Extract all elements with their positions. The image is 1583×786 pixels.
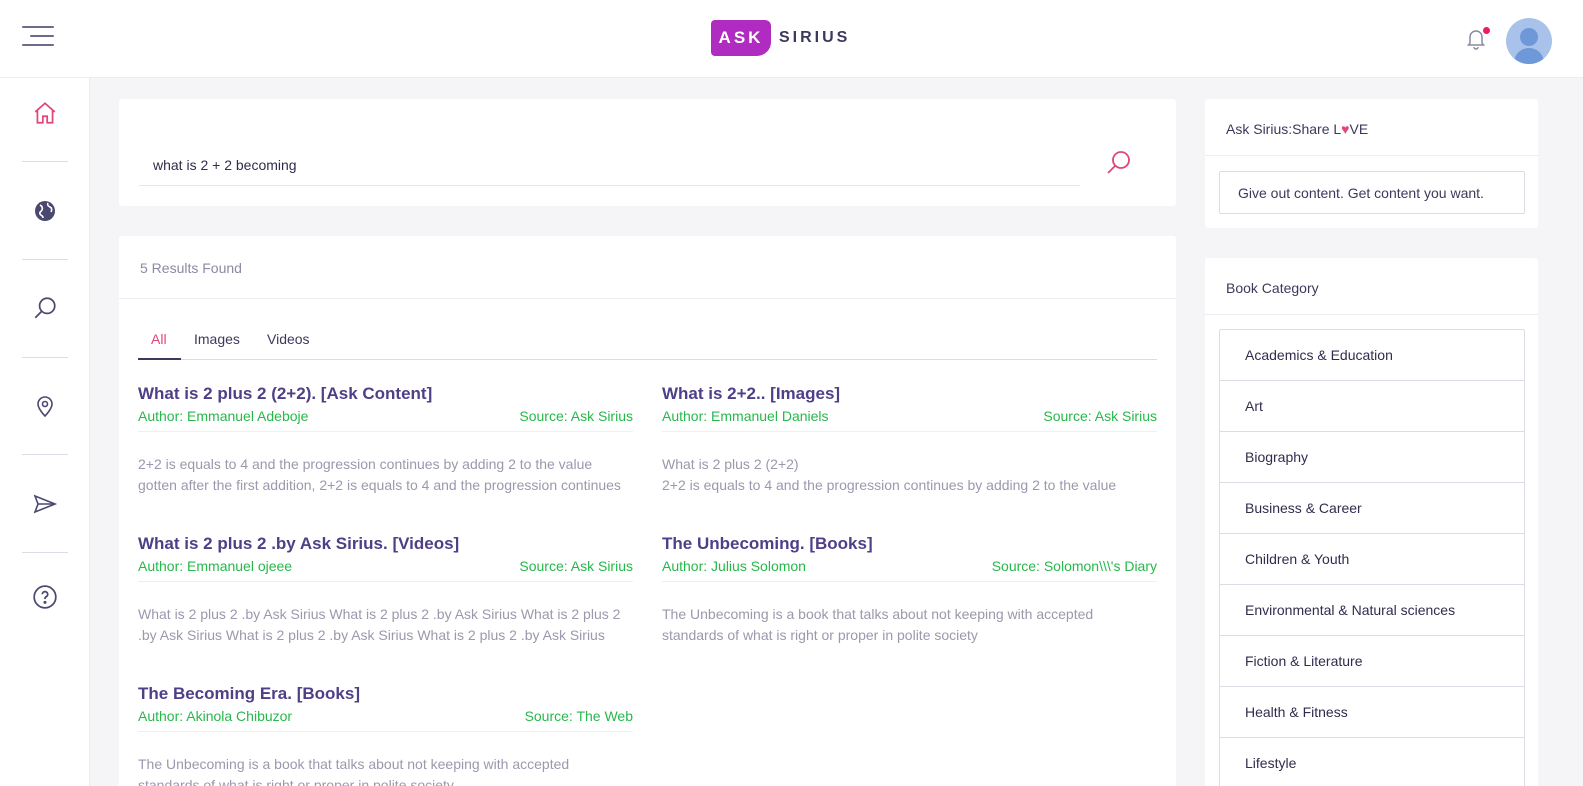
result-meta: Author: Emmanuel ojeee Source: Ask Siriu… [138, 558, 633, 582]
result-author: Author: Julius Solomon [662, 558, 806, 574]
divider [1205, 314, 1538, 315]
divider [119, 298, 1176, 299]
category-item-children[interactable]: Children & Youth [1220, 534, 1524, 585]
result-snippet: The Unbecoming is a book that talks abou… [138, 756, 570, 786]
result-meta: Author: Emmanuel Adeboje Source: Ask Sir… [138, 408, 633, 432]
result-author: Author: Emmanuel Daniels [662, 408, 829, 424]
result-source: Source: Ask Sirius [1043, 408, 1157, 424]
result-item: What is 2+2.. [Images] Author: Emmanuel … [662, 384, 1157, 496]
book-category-title: Book Category [1226, 280, 1319, 296]
category-item-health[interactable]: Health & Fitness [1220, 687, 1524, 738]
result-author: Author: Emmanuel Adeboje [138, 408, 309, 424]
results-card: 5 Results Found All Images Videos What i… [119, 236, 1176, 786]
result-snippet: What is 2 plus 2 .by Ask Sirius What is … [138, 606, 621, 643]
help-icon [33, 585, 57, 609]
results-count: 5 Results Found [140, 260, 242, 276]
user-silhouette-icon [1514, 28, 1544, 64]
book-category-card: Book Category Academics & Education Art … [1205, 258, 1538, 786]
result-author: Author: Emmanuel ojeee [138, 558, 293, 574]
result-author: Author: Akinola Chibuzor [138, 708, 293, 724]
sidebar-divider [22, 259, 68, 260]
result-item: What is 2 plus 2 .by Ask Sirius. [Videos… [138, 534, 633, 646]
result-tabs: All Images Videos [138, 331, 1157, 360]
result-title-link[interactable]: The Unbecoming. [Books] [662, 534, 1157, 554]
home-icon [34, 102, 56, 124]
sidebar-divider [22, 454, 68, 455]
result-meta: Author: Emmanuel Daniels Source: Ask Sir… [662, 408, 1157, 432]
result-item: The Unbecoming. [Books] Author: Julius S… [662, 534, 1157, 646]
send-icon [33, 494, 58, 514]
result-meta: Author: Julius Solomon Source: Solomon\\… [662, 558, 1157, 582]
result-snippet: 2+2 is equals to 4 and the progression c… [138, 456, 621, 493]
sidebar-divider [22, 552, 68, 553]
app-logo[interactable]: ASK SIRIUS [711, 20, 850, 56]
divider [1205, 155, 1538, 156]
category-item-biography[interactable]: Biography [1220, 432, 1524, 483]
globe-icon [35, 201, 55, 221]
share-title-end: VE [1349, 121, 1369, 137]
sidebar-item-help[interactable] [22, 574, 68, 620]
result-source: Source: Solomon\\\'s Diary [991, 558, 1157, 574]
sidebar-item-explore[interactable] [22, 188, 68, 234]
top-bar: ASK SIRIUS [0, 0, 1583, 78]
search-card [119, 99, 1176, 206]
result-source: Source: Ask Sirius [519, 408, 633, 424]
search-icon [34, 297, 56, 319]
book-category-list: Academics & Education Art Biography Busi… [1219, 329, 1525, 786]
result-title-link[interactable]: The Becoming Era. [Books] [138, 684, 633, 704]
category-item-fiction[interactable]: Fiction & Literature [1220, 636, 1524, 687]
hamburger-menu-icon[interactable] [22, 24, 54, 48]
result-source: Source: The Web [524, 708, 633, 724]
search-button[interactable] [1105, 149, 1133, 177]
category-item-lifestyle[interactable]: Lifestyle [1220, 738, 1524, 786]
user-avatar[interactable] [1506, 18, 1552, 64]
category-item-business[interactable]: Business & Career [1220, 483, 1524, 534]
sidebar-item-send[interactable] [22, 481, 68, 527]
logo-ask: ASK [711, 20, 771, 56]
sidebar [0, 78, 90, 786]
search-input[interactable] [139, 144, 1080, 186]
result-title-link[interactable]: What is 2 plus 2 .by Ask Sirius. [Videos… [138, 534, 633, 554]
tab-videos[interactable]: Videos [267, 331, 310, 360]
share-title-start: Ask Sirius:Share L [1226, 121, 1342, 137]
share-card: Ask Sirius:Share L♥VE Give out content. … [1205, 99, 1538, 228]
result-item: What is 2 plus 2 (2+2). [Ask Content] Au… [138, 384, 633, 496]
tab-images[interactable]: Images [194, 331, 240, 360]
result-title-link[interactable]: What is 2 plus 2 (2+2). [Ask Content] [138, 384, 633, 404]
result-source: Source: Ask Sirius [519, 558, 633, 574]
share-title: Ask Sirius:Share L♥VE [1226, 121, 1368, 137]
category-item-academics[interactable]: Academics & Education [1220, 330, 1524, 381]
logo-sirius: SIRIUS [779, 29, 851, 46]
location-pin-icon [37, 396, 53, 418]
sidebar-item-location[interactable] [22, 383, 68, 429]
category-item-environmental[interactable]: Environmental & Natural sciences [1220, 585, 1524, 636]
category-item-art[interactable]: Art [1220, 381, 1524, 432]
notification-dot [1483, 27, 1490, 34]
result-meta: Author: Akinola Chibuzor Source: The Web [138, 708, 633, 732]
result-title-link[interactable]: What is 2+2.. [Images] [662, 384, 1157, 404]
result-snippet: The Unbecoming is a book that talks abou… [662, 606, 1094, 643]
sidebar-item-search[interactable] [22, 285, 68, 331]
result-snippet: What is 2 plus 2 (2+2) 2+2 is equals to … [662, 456, 1117, 493]
sidebar-item-home[interactable] [22, 90, 68, 136]
sidebar-divider [22, 161, 68, 162]
result-item: The Becoming Era. [Books] Author: Akinol… [138, 684, 633, 786]
share-tagline: Give out content. Get content you want. [1219, 171, 1525, 214]
tab-all[interactable]: All [138, 331, 181, 360]
sidebar-divider [22, 357, 68, 358]
